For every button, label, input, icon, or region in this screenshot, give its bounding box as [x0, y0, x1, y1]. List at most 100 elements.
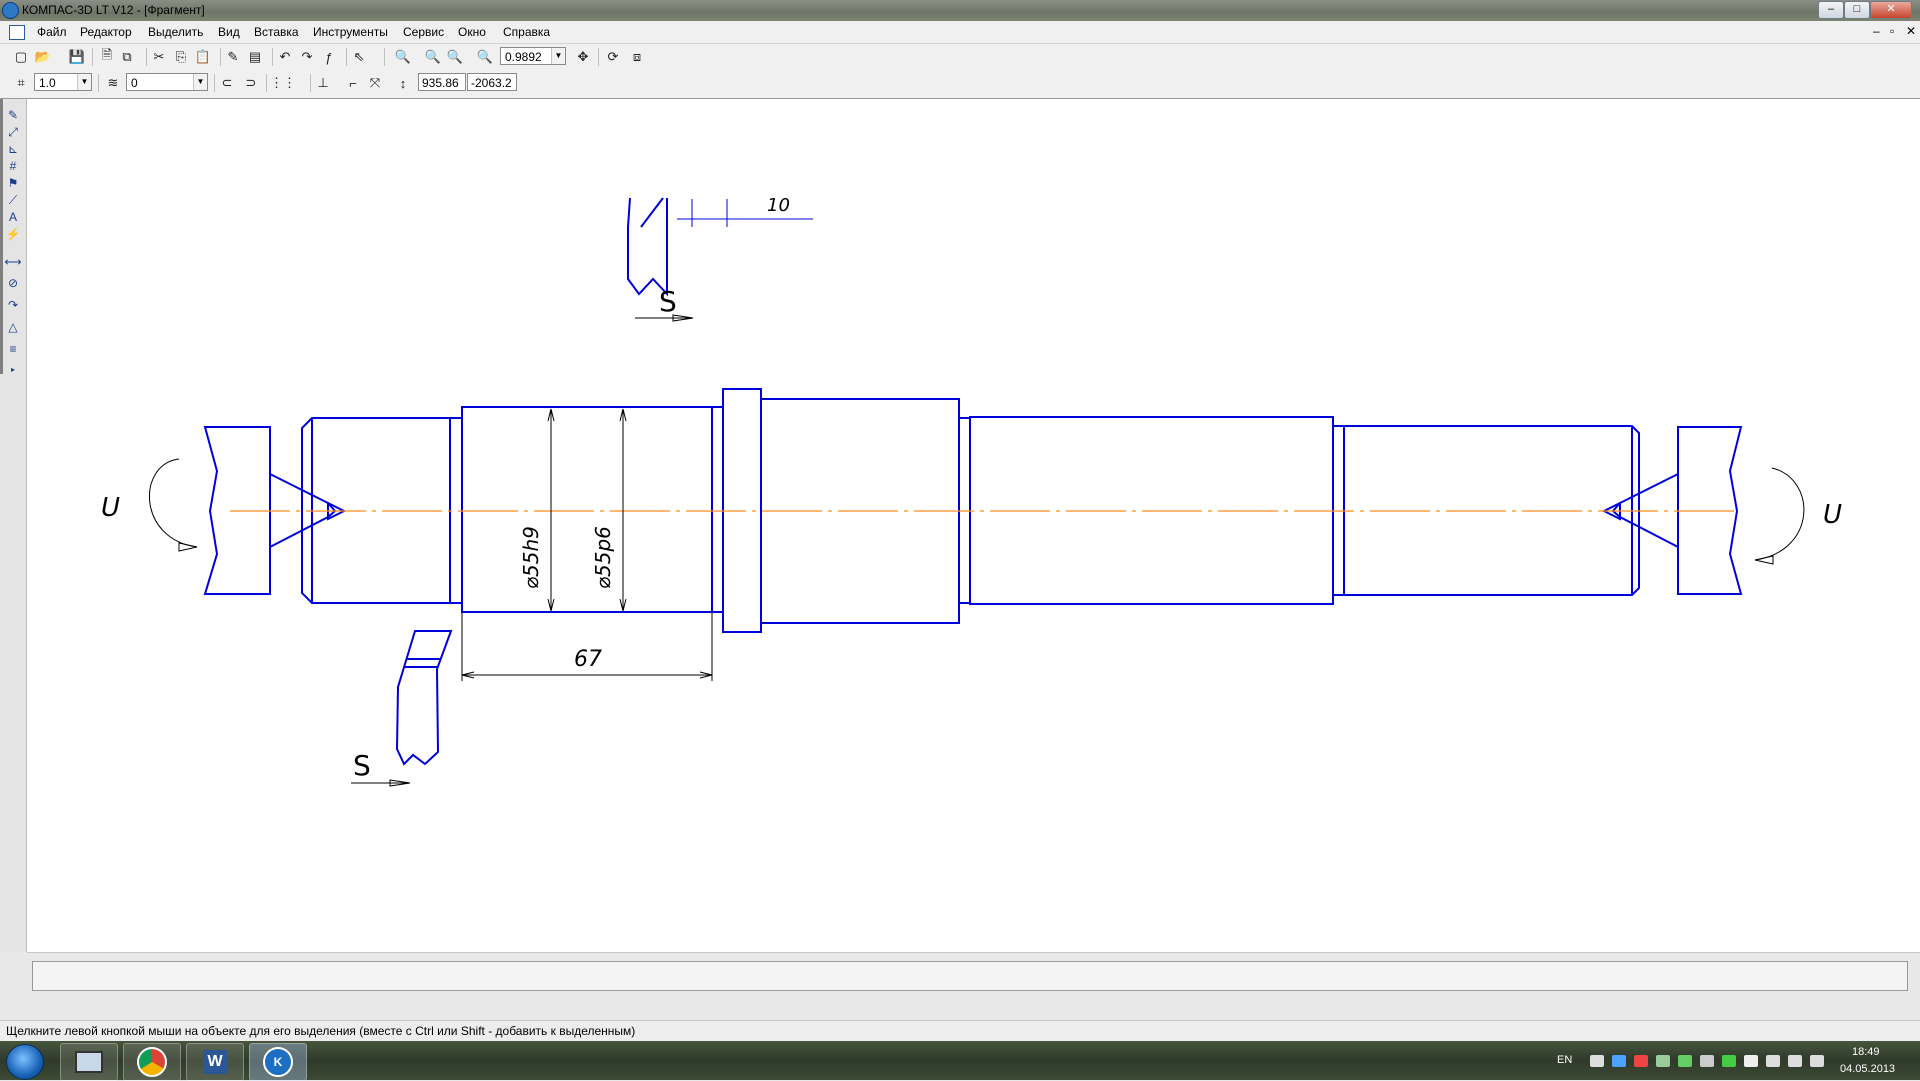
save-icon[interactable]: 💾	[68, 48, 86, 66]
layers-icon[interactable]: ≋	[104, 74, 122, 92]
shaft-geometry	[203, 197, 1743, 766]
bottom-cutting-tool	[395, 630, 453, 766]
chevron-down-icon[interactable]: ▼	[77, 74, 91, 90]
menu-service[interactable]: Сервис	[403, 25, 444, 39]
menu-select[interactable]: Выделить	[148, 25, 203, 39]
properties-icon[interactable]: ✎	[224, 48, 242, 66]
drawing-svg[interactable]: 10 S S U U ⌀55h9 ⌀55p6 67	[27, 99, 1920, 952]
show-all-icon[interactable]: ⧈	[628, 48, 646, 66]
zoom-combo[interactable]: 0.9892 ▼	[500, 47, 566, 65]
tray-app-icon[interactable]	[1722, 1055, 1736, 1067]
measure-icon[interactable]: ⟋	[4, 192, 22, 208]
cut-icon[interactable]: ✂	[150, 48, 168, 66]
cursor-step-icon[interactable]: ⌗	[12, 74, 30, 92]
symbols-icon[interactable]: ⚑	[4, 175, 22, 191]
chevron-down-icon[interactable]: ▼	[551, 48, 565, 64]
refresh-view-icon[interactable]: ⟳	[604, 48, 622, 66]
snap-magnet-icon[interactable]: ⊂	[218, 74, 236, 92]
volume-icon[interactable]	[1810, 1055, 1824, 1067]
roughness-icon[interactable]: ≡	[4, 341, 22, 357]
menu-window[interactable]: Окно	[458, 25, 486, 39]
power-icon[interactable]	[1766, 1055, 1780, 1067]
select-icon[interactable]: ⚡	[4, 226, 22, 242]
network-icon[interactable]	[1788, 1055, 1802, 1067]
layer-combo[interactable]: 0 ▼	[126, 73, 208, 91]
arc-icon[interactable]: ↷	[4, 297, 22, 313]
pan-icon[interactable]: ✥	[574, 48, 592, 66]
zoom-all-icon[interactable]: 🔍	[394, 48, 412, 66]
local-cs-icon[interactable]: ⊥	[314, 74, 332, 92]
hatch-icon[interactable]: #	[4, 158, 22, 174]
function-icon[interactable]: ƒ	[320, 48, 338, 66]
mdi-minimize-button[interactable]: ‒	[1873, 24, 1880, 38]
library-icon[interactable]: ▤	[246, 48, 264, 66]
taskbar-word[interactable]: W	[186, 1043, 244, 1081]
shaft-groove-2	[712, 406, 724, 613]
zoom-in-icon[interactable]: 🔍	[446, 48, 464, 66]
nvidia-icon[interactable]	[1678, 1055, 1692, 1067]
drawing-canvas[interactable]: 10 S S U U ⌀55h9 ⌀55p6 67	[27, 99, 1920, 952]
layer-value: 0	[131, 76, 138, 90]
maximize-button[interactable]: □	[1844, 1, 1870, 19]
zoom-scale-icon[interactable]: 🔍	[476, 48, 494, 66]
paste-icon[interactable]: 📋	[194, 48, 212, 66]
more-tools-icon[interactable]: ▸	[4, 361, 22, 377]
minimize-button[interactable]: ‒	[1818, 1, 1844, 19]
taskbar-task-manager[interactable]	[60, 1043, 118, 1081]
triangle-icon[interactable]: △	[4, 319, 22, 335]
property-field[interactable]	[32, 961, 1908, 991]
menu-file[interactable]: Файл	[37, 25, 67, 39]
new-document-icon[interactable]: ▢	[12, 48, 30, 66]
coordinates-icon: ↕	[399, 75, 407, 91]
dimensions-icon[interactable]: ⟷	[4, 254, 22, 270]
menu-insert[interactable]: Вставка	[254, 25, 299, 39]
network-tray-icon[interactable]	[1612, 1055, 1626, 1067]
coord-y-field[interactable]: -2063.2	[467, 73, 517, 91]
dim-text-diameter-1: ⌀55h9	[519, 526, 543, 589]
parametrization-icon[interactable]: ⊾	[4, 141, 22, 157]
windows-taskbar: W K EN 18:49 04.05.2013	[0, 1041, 1920, 1081]
text-icon[interactable]: A	[4, 209, 22, 225]
ortho-icon[interactable]: ⌐	[344, 74, 362, 92]
undo-icon[interactable]: ↶	[276, 48, 294, 66]
top-dimension-text: 10	[767, 195, 790, 216]
parameterization-icon[interactable]: ⤧	[366, 74, 384, 92]
panel-strip	[0, 1002, 1920, 1020]
clock-time[interactable]: 18:49	[1852, 1046, 1880, 1058]
coord-x-field[interactable]: 935.86	[418, 73, 466, 91]
taskbar-kompas[interactable]: K	[249, 1043, 307, 1081]
open-folder-icon[interactable]: 📂	[34, 48, 52, 66]
antivirus-icon[interactable]	[1634, 1055, 1648, 1067]
print-preview-icon[interactable]: 🗎	[98, 47, 116, 66]
clock-date[interactable]: 04.05.2013	[1840, 1063, 1895, 1075]
kompas-app-icon	[2, 2, 19, 19]
close-button[interactable]: ✕	[1870, 1, 1912, 19]
taskbar-chrome[interactable]	[123, 1043, 181, 1081]
steam-icon[interactable]	[1590, 1055, 1604, 1067]
edit-icon[interactable]: ⤢	[4, 124, 22, 140]
update-icon[interactable]	[1656, 1055, 1670, 1067]
zoom-window-icon[interactable]: 🔍	[424, 48, 442, 66]
menu-view[interactable]: Вид	[218, 25, 240, 39]
help-pointer-icon[interactable]: ⇖	[350, 48, 368, 66]
start-button[interactable]	[6, 1044, 44, 1080]
geometry-icon[interactable]: ✎	[4, 107, 22, 123]
flag-icon[interactable]	[1744, 1055, 1758, 1067]
language-indicator[interactable]: EN	[1557, 1054, 1572, 1066]
document-manager-icon[interactable]: ⧉	[118, 48, 136, 66]
local-snap-icon[interactable]: ⊃	[242, 74, 260, 92]
mdi-close-button[interactable]: ✕	[1906, 24, 1916, 38]
copy-icon[interactable]: ⎘	[172, 48, 190, 66]
menu-help[interactable]: Справка	[503, 25, 550, 39]
mdi-restore-button[interactable]: ▫	[1890, 24, 1894, 38]
grid-icon[interactable]: ⋮⋮	[270, 74, 296, 92]
chevron-down-icon[interactable]: ▼	[193, 74, 207, 90]
document-icon[interactable]	[9, 25, 25, 40]
tray-app-icon[interactable]	[1700, 1055, 1714, 1067]
step-combo[interactable]: 1.0 ▼	[34, 73, 92, 91]
menu-editor[interactable]: Редактор	[80, 25, 132, 39]
spec-icon[interactable]: ⊘	[4, 275, 22, 291]
redo-icon[interactable]: ↷	[298, 48, 316, 66]
menu-tools[interactable]: Инструменты	[313, 25, 388, 39]
rotation-arrow-left	[149, 458, 198, 548]
